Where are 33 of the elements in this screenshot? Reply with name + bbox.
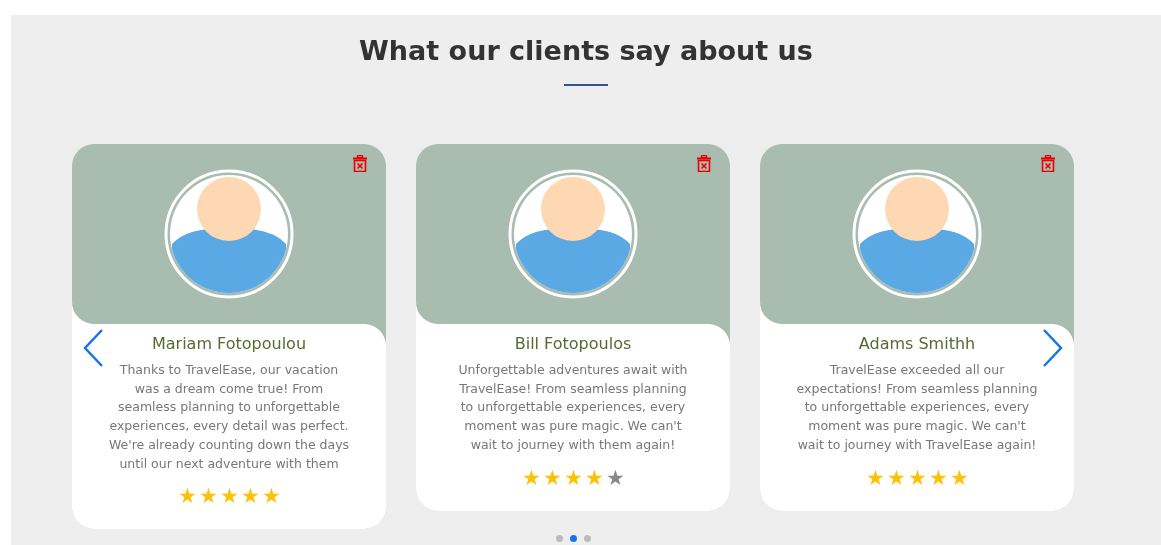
testimonial-text: TravelEase exceeded all our expectations! From seamless planning to unforgettable experiences, every moment was pure magic. We can't wait to journey with TravelEase again!	[796, 361, 1038, 454]
client-name: Bill Fotopoulos	[514, 334, 632, 353]
testimonial-text: Thanks to TravelEase, our vacation was a dream come true! From seamless planning to unforgettable experiences, every detail was perfect. We're already counting down the days until our next adventure with them	[108, 361, 350, 473]
avatar-icon	[852, 169, 982, 299]
chevron-left-icon[interactable]	[82, 328, 104, 368]
trash-icon[interactable]	[697, 155, 711, 172]
pagination-dot[interactable]	[569, 535, 577, 543]
star-icon: ★	[949, 466, 969, 489]
avatar-icon	[508, 169, 638, 299]
star-icon: ★	[177, 485, 197, 508]
star-icon: ★	[605, 466, 625, 489]
pagination-dot[interactable]	[583, 535, 591, 543]
client-name: Mariam Fotopoulou	[151, 334, 307, 353]
star-icon: ★	[907, 466, 927, 489]
pagination-dot[interactable]	[555, 535, 563, 543]
trash-icon[interactable]	[1041, 155, 1055, 172]
star-icon: ★	[219, 485, 239, 508]
client-name: Adams Smithh	[858, 334, 976, 353]
star-icon: ★	[198, 485, 218, 508]
star-icon: ★	[542, 466, 562, 489]
star-icon: ★	[261, 485, 281, 508]
avatar-icon	[164, 169, 294, 299]
star-icon: ★	[928, 466, 948, 489]
trash-icon[interactable]	[353, 155, 367, 172]
star-icon: ★	[240, 485, 260, 508]
star-icon: ★	[584, 466, 604, 489]
testimonial-text: Unforgettable adventures await with TravelEase! From seamless planning to unforgettable experiences, every moment was pure magic. We can't wait to journey with them again!	[457, 361, 689, 454]
section-title: What our clients say about us	[359, 35, 813, 66]
star-icon: ★	[563, 466, 583, 489]
chevron-right-icon[interactable]	[1042, 328, 1064, 368]
star-icon: ★	[886, 466, 906, 489]
star-icon: ★	[865, 466, 885, 489]
star-icon: ★	[521, 466, 541, 489]
